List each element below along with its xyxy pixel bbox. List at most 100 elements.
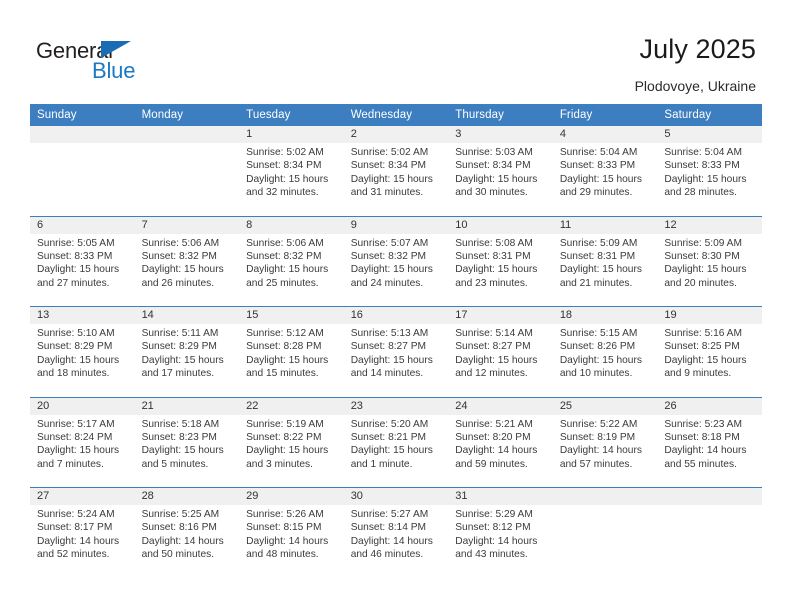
day-cell[interactable]: Sunrise: 5:17 AM Sunset: 8:24 PM Dayligh… xyxy=(30,414,135,488)
day-number[interactable]: 5 xyxy=(657,126,762,143)
sunset-text: Sunset: 8:32 PM xyxy=(350,250,427,262)
daylight-text-2: and 55 minutes. xyxy=(664,458,737,470)
sunrise-text: Sunrise: 5:19 AM xyxy=(246,418,324,430)
day-number[interactable]: 4 xyxy=(552,126,658,143)
sunrise-text: Sunrise: 5:09 AM xyxy=(559,237,638,249)
day-number[interactable]: 13 xyxy=(30,306,135,324)
day-cell[interactable]: Sunrise: 5:12 AM Sunset: 8:28 PM Dayligh… xyxy=(239,324,344,397)
day-number[interactable]: 10 xyxy=(448,215,553,234)
day-cell[interactable]: Sunrise: 5:15 AM Sunset: 8:26 PM Dayligh… xyxy=(552,324,658,397)
day-cell[interactable]: Sunrise: 5:27 AM Sunset: 8:14 PM Dayligh… xyxy=(343,505,449,578)
day-cell[interactable] xyxy=(552,505,658,578)
day-number[interactable]: 31 xyxy=(448,487,553,505)
sunrise-text: Sunrise: 5:20 AM xyxy=(350,418,429,430)
day-cell[interactable]: Sunrise: 5:23 AM Sunset: 8:18 PM Dayligh… xyxy=(657,414,762,488)
day-cell[interactable]: Sunrise: 5:16 AM Sunset: 8:25 PM Dayligh… xyxy=(657,324,762,397)
day-cell[interactable]: Sunrise: 5:29 AM Sunset: 8:12 PM Dayligh… xyxy=(448,505,553,578)
daylight-text-1: Daylight: 15 hours xyxy=(559,173,642,185)
daylight-text-2: and 17 minutes. xyxy=(141,368,215,380)
day-number[interactable]: 16 xyxy=(343,306,449,324)
daylight-text-2: and 52 minutes. xyxy=(37,549,110,561)
day-cell[interactable]: Sunrise: 5:06 AM Sunset: 8:32 PM Dayligh… xyxy=(239,233,344,307)
day-cell[interactable]: Sunrise: 5:26 AM Sunset: 8:15 PM Dayligh… xyxy=(239,505,344,578)
daylight-text-2: and 46 minutes. xyxy=(350,549,424,561)
day-cell[interactable]: Sunrise: 5:19 AM Sunset: 8:22 PM Dayligh… xyxy=(239,414,344,488)
day-number[interactable] xyxy=(552,487,658,505)
day-cell[interactable]: Sunrise: 5:04 AM Sunset: 8:33 PM Dayligh… xyxy=(657,143,762,216)
day-cell[interactable]: Sunrise: 5:14 AM Sunset: 8:27 PM Dayligh… xyxy=(448,324,553,397)
day-number[interactable]: 23 xyxy=(343,396,449,415)
day-number[interactable]: 17 xyxy=(448,306,553,324)
generalblue-logo: General Blue xyxy=(36,38,216,86)
day-cell[interactable] xyxy=(657,505,762,578)
daylight-text-2: and 10 minutes. xyxy=(559,368,633,380)
day-number[interactable] xyxy=(30,126,135,143)
sunrise-text: Sunrise: 5:13 AM xyxy=(350,328,429,339)
day-number[interactable]: 9 xyxy=(343,215,449,234)
day-number[interactable]: 28 xyxy=(134,487,240,505)
sunset-text: Sunset: 8:33 PM xyxy=(559,160,636,172)
sunrise-text: Sunrise: 5:05 AM xyxy=(37,237,115,249)
day-number[interactable]: 19 xyxy=(657,306,762,324)
day-cell[interactable]: Sunrise: 5:25 AM Sunset: 8:16 PM Dayligh… xyxy=(134,505,240,578)
day-number[interactable]: 11 xyxy=(552,215,658,234)
day-cell[interactable] xyxy=(30,143,135,216)
day-number[interactable]: 8 xyxy=(239,215,344,234)
sunset-text: Sunset: 8:33 PM xyxy=(664,160,740,172)
week-5-details: Sunrise: 5:24 AM Sunset: 8:17 PM Dayligh… xyxy=(30,505,762,578)
daylight-text-2: and 25 minutes. xyxy=(246,277,319,289)
daylight-text-2: and 29 minutes. xyxy=(559,187,633,199)
day-number[interactable]: 30 xyxy=(343,487,449,505)
day-number[interactable]: 2 xyxy=(343,126,449,143)
day-cell[interactable]: Sunrise: 5:02 AM Sunset: 8:34 PM Dayligh… xyxy=(343,143,449,216)
sunset-text: Sunset: 8:27 PM xyxy=(455,341,531,353)
daylight-text-2: and 7 minutes. xyxy=(37,458,104,470)
day-number[interactable]: 1 xyxy=(239,126,344,143)
day-number[interactable]: 15 xyxy=(239,306,344,324)
daylight-text-2: and 31 minutes. xyxy=(350,187,424,199)
day-number[interactable]: 20 xyxy=(30,396,135,415)
day-number[interactable]: 14 xyxy=(134,306,240,324)
day-number[interactable]: 27 xyxy=(30,487,135,505)
daylight-text-2: and 5 minutes. xyxy=(141,458,209,470)
day-cell[interactable]: Sunrise: 5:13 AM Sunset: 8:27 PM Dayligh… xyxy=(343,324,449,397)
day-cell[interactable]: Sunrise: 5:09 AM Sunset: 8:30 PM Dayligh… xyxy=(657,233,762,307)
day-number[interactable]: 26 xyxy=(657,396,762,415)
day-cell[interactable]: Sunrise: 5:03 AM Sunset: 8:34 PM Dayligh… xyxy=(448,143,553,216)
sunset-text: Sunset: 8:29 PM xyxy=(37,341,113,353)
day-number[interactable] xyxy=(657,487,762,505)
daylight-text-1: Daylight: 15 hours xyxy=(350,264,433,276)
day-cell[interactable]: Sunrise: 5:21 AM Sunset: 8:20 PM Dayligh… xyxy=(448,414,553,488)
daylight-text-2: and 15 minutes. xyxy=(246,368,319,380)
day-number[interactable]: 18 xyxy=(552,306,658,324)
day-cell[interactable]: Sunrise: 5:06 AM Sunset: 8:32 PM Dayligh… xyxy=(134,233,240,307)
day-number[interactable]: 24 xyxy=(448,396,553,415)
day-number[interactable]: 21 xyxy=(134,396,240,415)
day-number[interactable]: 12 xyxy=(657,215,762,234)
daylight-text-2: and 23 minutes. xyxy=(455,277,528,289)
day-cell[interactable]: Sunrise: 5:05 AM Sunset: 8:33 PM Dayligh… xyxy=(30,233,135,307)
day-number[interactable]: 7 xyxy=(134,215,240,234)
day-cell[interactable]: Sunrise: 5:08 AM Sunset: 8:31 PM Dayligh… xyxy=(448,233,553,307)
day-number[interactable]: 25 xyxy=(552,396,658,415)
day-number[interactable]: 22 xyxy=(239,396,344,415)
daylight-text-2: and 28 minutes. xyxy=(664,187,737,199)
day-number[interactable]: 3 xyxy=(448,126,553,143)
day-cell[interactable] xyxy=(134,143,240,216)
day-number[interactable]: 29 xyxy=(239,487,344,505)
day-cell[interactable]: Sunrise: 5:09 AM Sunset: 8:31 PM Dayligh… xyxy=(552,233,658,307)
day-number[interactable]: 6 xyxy=(30,215,135,234)
day-cell[interactable]: Sunrise: 5:04 AM Sunset: 8:33 PM Dayligh… xyxy=(552,143,658,216)
day-cell[interactable]: Sunrise: 5:02 AM Sunset: 8:34 PM Dayligh… xyxy=(239,143,344,216)
day-number[interactable] xyxy=(134,126,240,143)
day-cell[interactable]: Sunrise: 5:22 AM Sunset: 8:19 PM Dayligh… xyxy=(552,414,658,488)
daylight-text-2: and 14 minutes. xyxy=(350,368,424,380)
sunset-text: Sunset: 8:21 PM xyxy=(350,431,427,443)
weekday-header-friday: Friday xyxy=(552,104,658,126)
day-cell[interactable]: Sunrise: 5:11 AM Sunset: 8:29 PM Dayligh… xyxy=(134,324,240,397)
day-cell[interactable]: Sunrise: 5:07 AM Sunset: 8:32 PM Dayligh… xyxy=(343,233,449,307)
day-cell[interactable]: Sunrise: 5:20 AM Sunset: 8:21 PM Dayligh… xyxy=(343,414,449,488)
day-cell[interactable]: Sunrise: 5:10 AM Sunset: 8:29 PM Dayligh… xyxy=(30,324,135,397)
day-cell[interactable]: Sunrise: 5:18 AM Sunset: 8:23 PM Dayligh… xyxy=(134,414,240,488)
day-cell[interactable]: Sunrise: 5:24 AM Sunset: 8:17 PM Dayligh… xyxy=(30,505,135,578)
